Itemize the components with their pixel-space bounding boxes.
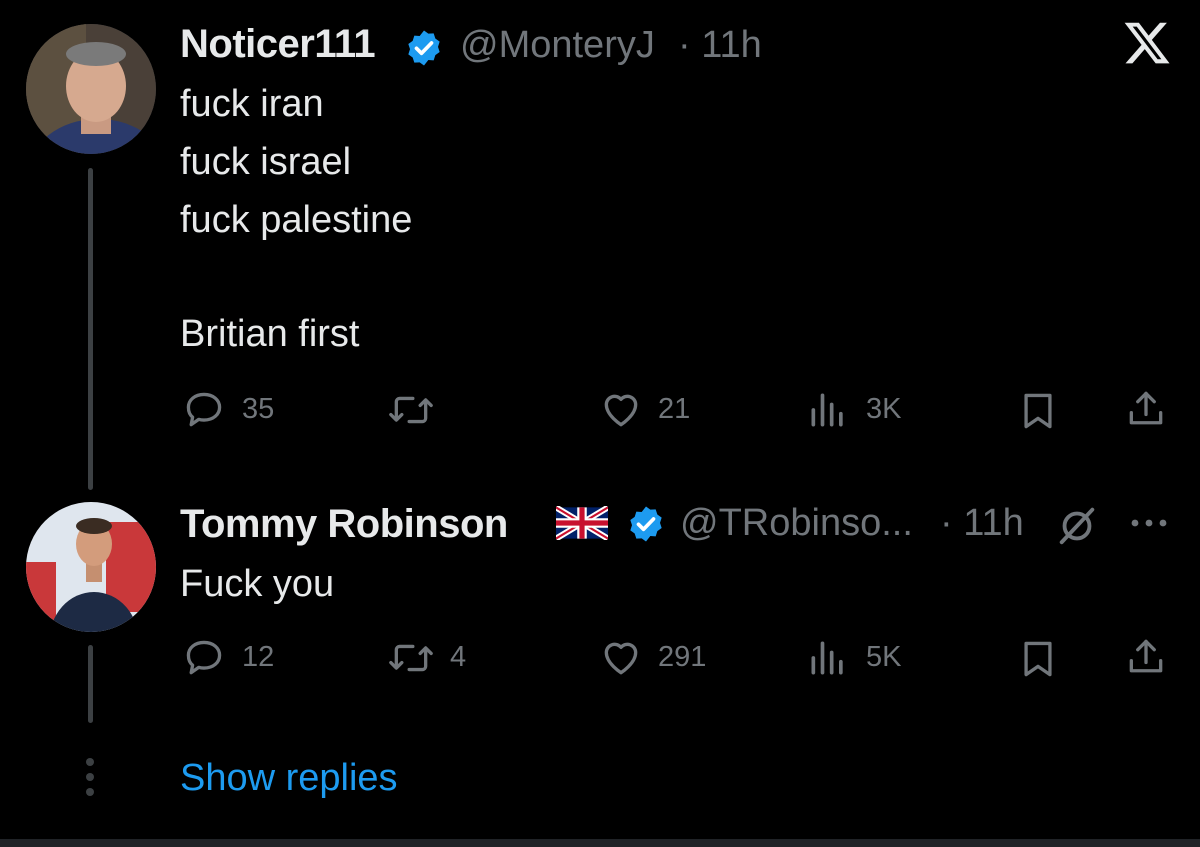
repost-icon[interactable] <box>385 388 437 432</box>
post-line-3: fuck palestine <box>180 199 413 241</box>
post-time[interactable]: · 11h <box>940 502 1024 545</box>
muted-circle-slash-icon[interactable] <box>1054 502 1100 548</box>
x-logo-icon[interactable] <box>1122 18 1172 68</box>
thread-line <box>88 645 93 723</box>
repost-count: 4 <box>450 641 467 673</box>
show-replies-link[interactable]: Show replies <box>180 757 398 800</box>
post-line-2: fuck israel <box>180 141 352 183</box>
post-line-1: fuck iran <box>180 83 324 125</box>
like-icon[interactable] <box>598 636 644 680</box>
author-name[interactable]: Tommy Robinson <box>180 502 508 547</box>
share-icon[interactable] <box>1124 386 1168 432</box>
reply-count: 35 <box>242 393 275 425</box>
reply-icon[interactable] <box>182 636 226 680</box>
post-line-1: Fuck you <box>180 563 335 605</box>
views-icon[interactable] <box>806 388 850 432</box>
avatar-tommy-robinson[interactable] <box>26 502 156 632</box>
bottom-divider <box>0 839 1200 847</box>
like-count: 291 <box>658 641 707 673</box>
author-handle[interactable]: @MonteryJ <box>460 24 655 67</box>
views-count: 5K <box>866 641 902 673</box>
repost-icon[interactable] <box>385 636 437 680</box>
author-name[interactable]: Noticer111 <box>180 22 376 67</box>
reply-count: 12 <box>242 641 275 673</box>
verified-badge-icon <box>404 28 444 68</box>
bookmark-icon[interactable] <box>1016 636 1060 682</box>
author-handle[interactable]: @TRobinso... <box>680 502 913 545</box>
reply-icon[interactable] <box>182 388 226 432</box>
thread-line <box>88 168 93 490</box>
views-count: 3K <box>866 393 902 425</box>
like-count: 21 <box>658 393 691 425</box>
like-icon[interactable] <box>598 388 644 432</box>
more-dots-icon[interactable] <box>1128 508 1170 538</box>
avatar-noticer111[interactable] <box>26 24 156 154</box>
post-line-5: Britian first <box>180 313 360 355</box>
bookmark-icon[interactable] <box>1016 388 1060 434</box>
views-icon[interactable] <box>806 636 850 680</box>
share-icon[interactable] <box>1124 634 1168 680</box>
thread-dots-icon <box>80 756 100 798</box>
verified-badge-icon <box>626 504 666 544</box>
post-time[interactable]: · 11h <box>678 24 762 67</box>
uk-flag-icon <box>556 506 608 540</box>
